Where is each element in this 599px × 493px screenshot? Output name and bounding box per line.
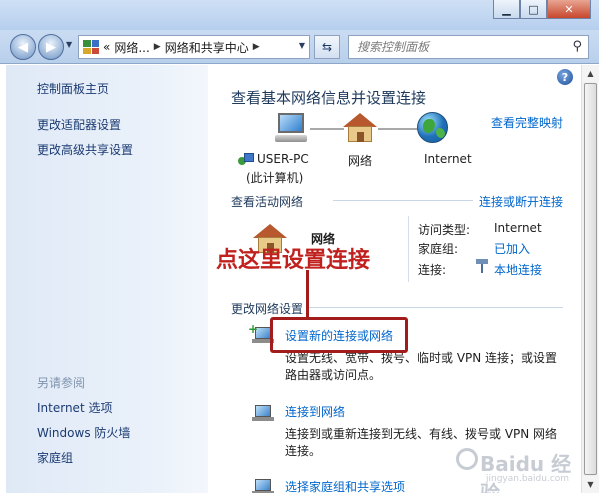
- navigation-bar: ◀ ▶ ▼ « 网络... ▶ 网络和共享中心 ▶ ▼ ⇆ ⚲: [0, 30, 599, 64]
- search-icon[interactable]: ⚲: [572, 39, 582, 54]
- close-button[interactable]: ✕: [547, 0, 591, 19]
- sidebar-item-homegroup[interactable]: 家庭组: [37, 449, 73, 466]
- local-connection-link[interactable]: 本地连接: [494, 261, 542, 278]
- computer-name-label: USER-PC: [257, 152, 309, 166]
- address-dropdown-icon[interactable]: ▼: [299, 41, 305, 50]
- maximize-button[interactable]: □: [520, 0, 547, 19]
- window-controls: ▁ □ ✕: [493, 0, 591, 19]
- computer-icon[interactable]: [275, 113, 309, 143]
- sidebar: 控制面板主页 更改适配器设置 更改高级共享设置 另请参阅 Internet 选项…: [6, 65, 208, 493]
- connection-label: 连接:: [418, 263, 447, 277]
- homegroup-label: 家庭组:: [418, 242, 459, 256]
- sidebar-item-control-panel-home[interactable]: 控制面板主页: [37, 80, 109, 97]
- title-bar: ▁ □ ✕: [0, 0, 599, 30]
- connection-line: [378, 128, 418, 130]
- see-full-map-link[interactable]: 查看完整映射: [491, 114, 563, 131]
- refresh-button[interactable]: ⇆: [314, 35, 340, 59]
- address-field[interactable]: « 网络... ▶ 网络和共享中心 ▶ ▼: [78, 35, 310, 59]
- homegroup-options-icon[interactable]: [252, 477, 274, 493]
- breadcrumb-prefix[interactable]: «: [103, 40, 110, 54]
- sidebar-item-internet-options[interactable]: Internet 选项: [37, 399, 112, 416]
- scroll-up-icon[interactable]: ▲: [582, 65, 599, 82]
- internet-globe-icon[interactable]: [417, 112, 448, 143]
- breadcrumb-network[interactable]: 网络...: [114, 39, 149, 56]
- minimize-button[interactable]: ▁: [493, 0, 520, 19]
- baidu-paw-icon: [456, 448, 478, 470]
- recent-pages-dropdown-icon[interactable]: ▼: [66, 40, 72, 49]
- homegroup-sharing-link[interactable]: 选择家庭组和共享选项: [285, 478, 405, 493]
- sidebar-item-change-advanced-sharing[interactable]: 更改高级共享设置: [37, 141, 133, 158]
- sidebar-item-change-adapter-settings[interactable]: 更改适配器设置: [37, 116, 121, 133]
- see-also-heading: 另请参阅: [37, 376, 86, 390]
- callout-pointer: [306, 270, 309, 317]
- divider: [333, 200, 473, 201]
- connection-line: [310, 128, 344, 130]
- connect-to-network-icon[interactable]: [252, 403, 274, 423]
- sidebar-item-windows-firewall[interactable]: Windows 防火墙: [37, 424, 130, 441]
- connect-disconnect-link[interactable]: 连接或断开连接: [479, 193, 563, 210]
- network-house-icon[interactable]: [343, 113, 377, 143]
- scrollbar-thumb[interactable]: [584, 83, 597, 475]
- homegroup-network-icon: [238, 153, 254, 167]
- search-input[interactable]: [349, 36, 559, 58]
- breadcrumb-separator-icon[interactable]: ▶: [253, 42, 260, 52]
- access-type-value: Internet: [494, 221, 542, 235]
- highlight-box: [270, 317, 408, 353]
- divider: [308, 307, 563, 308]
- internet-map-label: Internet: [424, 152, 472, 166]
- connect-to-network-desc-2: 连接。: [285, 444, 322, 458]
- breadcrumb-sharing-center[interactable]: 网络和共享中心: [165, 39, 249, 56]
- tutorial-callout: 点这里设置连接: [216, 248, 371, 273]
- divider: [408, 216, 409, 282]
- ethernet-icon: [476, 259, 488, 273]
- access-type-label: 访问类型:: [418, 223, 471, 237]
- control-panel-icon: [83, 40, 99, 54]
- connect-to-network-link[interactable]: 连接到网络: [285, 403, 345, 420]
- watermark-text: Baidu 经验: [480, 452, 572, 493]
- computer-sub-label: (此计算机): [246, 171, 304, 185]
- forward-button[interactable]: ▶: [38, 34, 64, 60]
- homegroup-joined-link[interactable]: 已加入: [494, 240, 530, 257]
- page-title: 查看基本网络信息并设置连接: [231, 89, 427, 107]
- search-box[interactable]: ⚲: [348, 35, 589, 59]
- watermark-url: jingyan.baidu.com: [486, 474, 570, 484]
- refresh-icon: ⇆: [321, 40, 333, 54]
- vertical-scrollbar[interactable]: ▲ ▼: [581, 65, 599, 493]
- help-icon[interactable]: ?: [557, 69, 573, 85]
- setup-new-connection-desc-2: 路由器或访问点。: [285, 368, 382, 382]
- network-map-label: 网络: [348, 154, 373, 168]
- change-settings-heading: 更改网络设置: [231, 302, 304, 316]
- active-networks-heading: 查看活动网络: [231, 195, 304, 209]
- watermark: Baidu 经验 jingyan.baidu.com: [456, 438, 591, 493]
- back-button[interactable]: ◀: [10, 34, 36, 60]
- breadcrumb-separator-icon[interactable]: ▶: [154, 42, 161, 52]
